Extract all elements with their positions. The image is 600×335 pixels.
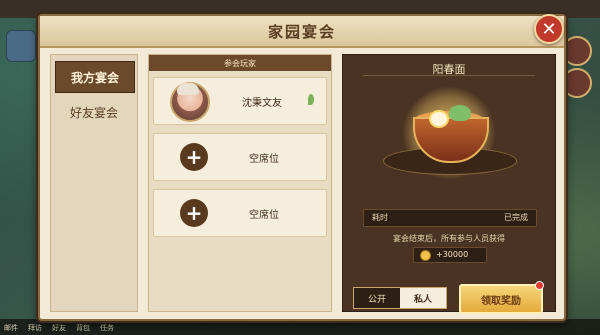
tab-my-banquet[interactable]: 我方宴会 <box>55 61 135 93</box>
participant-list: 参会玩家 沈秉文友 + 空席位 + 空席位 <box>148 54 332 312</box>
leaf-icon <box>308 94 314 105</box>
claim-reward-button[interactable]: 领取奖励 <box>459 284 543 314</box>
bottom-item-visit: 拜访 <box>28 324 42 332</box>
bottom-item-mail: 邮件 <box>4 324 18 332</box>
empty-seat-label: 空席位 <box>249 154 279 165</box>
visibility-toggle[interactable]: 公开 私人 <box>353 287 447 309</box>
participant-list-header: 参会玩家 <box>149 55 331 71</box>
event-icon <box>562 68 592 98</box>
portrait-icon <box>562 36 592 66</box>
time-info-row: 耗时 已完成 <box>363 209 537 227</box>
bottom-menu: 邮件 拜访 好友 背包 任务 <box>4 323 114 333</box>
reward-amount: +30000 <box>436 250 469 259</box>
dish-panel: 阳春面 耗时 已完成 宴会结束后，所有参与人员获得 +30000 公开 私人 领… <box>342 54 556 314</box>
empty-seat-row[interactable]: + 空席位 <box>153 133 327 181</box>
participant-row[interactable]: 沈秉文友 <box>153 77 327 125</box>
reward-box: +30000 <box>413 247 487 263</box>
divider <box>363 75 535 76</box>
dialog-title-bar: 家园宴会 <box>40 16 564 48</box>
public-option[interactable]: 公开 <box>354 288 400 308</box>
bottom-item-quest: 任务 <box>100 324 114 332</box>
tab-friend-banquet[interactable]: 好友宴会 <box>55 97 133 127</box>
add-guest-button[interactable]: + <box>180 199 208 227</box>
empty-seat-label: 空席位 <box>249 210 279 221</box>
player-name: 沈秉文友 <box>242 98 282 109</box>
dialog-title: 家园宴会 <box>267 22 336 41</box>
coin-icon <box>420 250 431 261</box>
add-guest-button[interactable]: + <box>180 143 208 171</box>
bottom-hud-bar: 邮件 拜访 好友 背包 任务 <box>0 319 600 335</box>
player-avatar-hair <box>177 83 199 95</box>
empty-seat-row[interactable]: + 空席位 <box>153 189 327 237</box>
banquet-dialog: 家园宴会 ✕ 我方宴会 好友宴会 参会玩家 沈秉文友 + 空席位 + 空席位 阳… <box>38 14 566 321</box>
egg-icon <box>429 110 449 128</box>
map-icon <box>6 30 36 62</box>
bottom-item-bag: 背包 <box>76 324 90 332</box>
notification-dot <box>535 281 544 290</box>
greens-icon <box>449 105 471 121</box>
private-option[interactable]: 私人 <box>400 288 446 308</box>
status-value: 已完成 <box>504 213 528 222</box>
reward-description: 宴会结束后，所有参与人员获得 <box>393 234 505 243</box>
bottom-item-friends: 好友 <box>52 324 66 332</box>
close-button[interactable]: ✕ <box>534 14 564 44</box>
time-label: 耗时 <box>372 213 388 222</box>
banquet-tabs: 我方宴会 好友宴会 <box>50 54 138 312</box>
